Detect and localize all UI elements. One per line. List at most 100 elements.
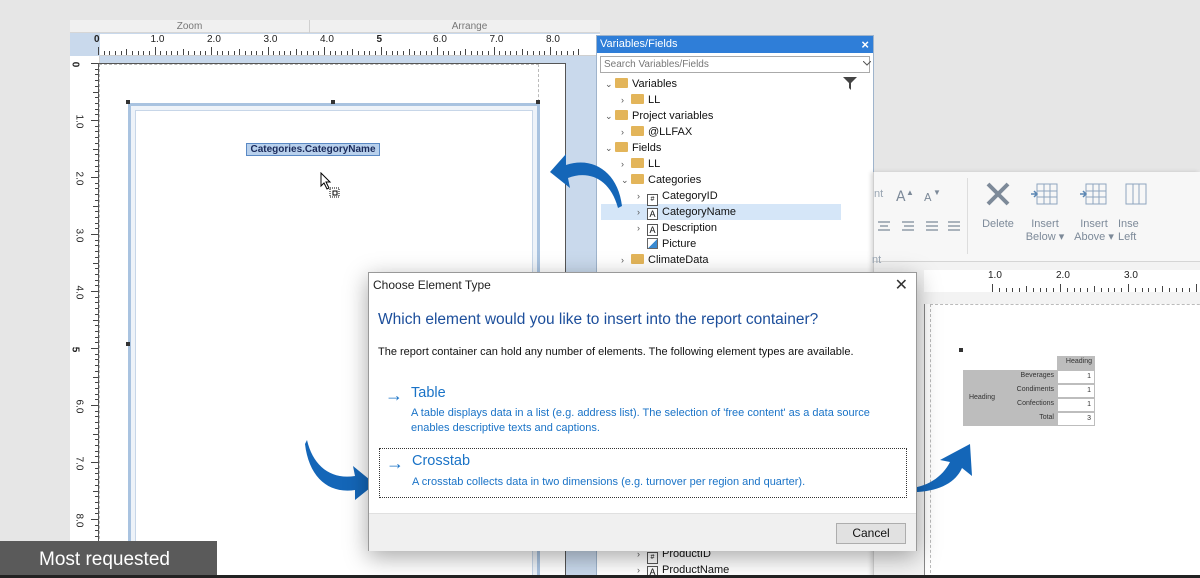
- ruler-label: 3.0: [263, 34, 278, 45]
- resize-handle[interactable]: [126, 342, 130, 346]
- folder-icon: [631, 174, 644, 184]
- insert-above-sublabel: Above ▾: [1074, 231, 1114, 243]
- ruler-label: 5: [70, 346, 81, 353]
- search-fields-input[interactable]: Search Variables/Fields: [600, 56, 870, 73]
- folder-icon: [631, 94, 644, 104]
- chevron-right-icon[interactable]: ›: [637, 204, 647, 220]
- ruler-label: 3.0: [1124, 270, 1138, 281]
- tree-item[interactable]: › LL: [601, 92, 841, 108]
- arrow-right-icon: →: [385, 385, 403, 405]
- insert-above-button[interactable]: Insert Above ▾: [1070, 180, 1118, 244]
- option-crosstab[interactable]: → Crosstab A crosstab collects data in t…: [379, 448, 907, 498]
- chevron-right-icon[interactable]: ›: [621, 252, 631, 268]
- svg-text:A: A: [896, 189, 906, 205]
- ruler-label: 1.0: [73, 114, 85, 129]
- option-description-line: A table displays data in a list (e.g. ad…: [411, 407, 870, 419]
- option-description: A crosstab collects data in two dimensio…: [412, 475, 902, 490]
- cancel-button[interactable]: Cancel: [836, 523, 906, 544]
- tree-item[interactable]: › LL: [601, 156, 841, 172]
- tree-item[interactable]: ⌄ Fields: [601, 140, 841, 156]
- insert-below-label: Insert: [1031, 218, 1059, 230]
- arrow-right-icon: →: [386, 453, 404, 473]
- ruler-label: 4.0: [320, 34, 334, 45]
- tree-item[interactable]: ⌄ Categories: [601, 172, 841, 188]
- insert-left-button[interactable]: Inse Left: [1118, 180, 1158, 244]
- crosstab-total-label: Total: [1001, 412, 1057, 426]
- ruler-label: 2.0: [1056, 270, 1070, 281]
- ruler-label: 1.0: [150, 34, 165, 45]
- delete-label: Delete: [982, 218, 1014, 230]
- font-size-icons[interactable]: A ▲ A ▼: [894, 186, 954, 206]
- option-description-line: enables descriptive texts and captions.: [411, 422, 600, 434]
- chevron-down-icon[interactable]: ⌄: [605, 108, 615, 124]
- variables-icon: [615, 78, 628, 88]
- ruler-label: 0: [70, 61, 81, 68]
- ruler-label: 1.0: [988, 270, 1002, 281]
- panel-close-icon[interactable]: ×: [861, 36, 869, 53]
- most-requested-badge: Most requested: [0, 541, 217, 578]
- resize-handle[interactable]: [536, 100, 540, 104]
- ruler-label: 6.0: [73, 399, 85, 414]
- dialog-heading: Which element would you like to insert i…: [378, 311, 819, 328]
- tree-item-label: Picture: [662, 238, 697, 250]
- chevron-right-icon[interactable]: ›: [621, 92, 631, 108]
- filter-icon[interactable]: [843, 77, 857, 90]
- crosstab-row-label: Condiments: [1001, 384, 1057, 398]
- chevron-down-icon[interactable]: ⌄: [605, 76, 615, 92]
- tree-item-label: Project variables: [632, 110, 714, 122]
- tree-item[interactable]: ⌄ Variables: [601, 76, 841, 92]
- tree-item-label: LL: [648, 94, 661, 106]
- insert-below-button[interactable]: Insert Below ▾: [1021, 180, 1069, 244]
- text-field-icon: A: [647, 224, 658, 236]
- chevron-right-icon[interactable]: ›: [637, 220, 647, 236]
- tree-item[interactable]: › A Description: [601, 220, 841, 236]
- tree-item[interactable]: › @LLFAX: [601, 124, 841, 140]
- choose-element-dialog: Choose Element Type ✕ Which element woul…: [368, 272, 917, 551]
- option-table[interactable]: → Table A table displays data in a list …: [379, 379, 907, 436]
- resize-handle[interactable]: [126, 100, 130, 104]
- tree-item[interactable]: Picture: [601, 236, 841, 252]
- ruler-label: 0: [94, 34, 100, 45]
- fields-tree: ⌄ Variables › LL ⌄ Project variables › @LLFAX ⌄ F…: [601, 76, 841, 268]
- vertical-ruler: 0 1.0 2.0 3.0 4.0 5 6.0 7.0 8.0: [70, 56, 100, 578]
- crosstab-row-label: Beverages: [1001, 370, 1057, 384]
- insert-left-icon: [1125, 183, 1147, 205]
- project-icon: [615, 110, 628, 120]
- ruler-label: 2.0: [73, 171, 85, 186]
- tree-item[interactable]: › # CategoryID: [601, 188, 841, 206]
- folder-icon: [631, 158, 644, 168]
- ruler-label: 6.0: [433, 34, 447, 45]
- dragged-field-label[interactable]: Categories.CategoryName: [246, 143, 380, 156]
- horizontal-ruler: 0 1.0 2.0 3.0 4.0 5 6.0 7.0 8.0: [94, 34, 600, 56]
- insert-above-icon: [1080, 183, 1107, 205]
- drag-cursor-icon: [320, 172, 340, 198]
- chevron-down-icon[interactable]: [863, 61, 871, 67]
- alignment-icons[interactable]: [874, 220, 964, 234]
- dialog-close-icon[interactable]: ✕: [895, 275, 908, 295]
- tree-item[interactable]: › A CategoryName: [601, 204, 841, 220]
- crosstab-total-cell: 3: [1057, 412, 1095, 426]
- ruler-label: 8.0: [73, 513, 85, 528]
- ribbon-group-arrange: Arrange: [310, 20, 600, 33]
- chevron-right-icon[interactable]: ›: [621, 124, 631, 140]
- ribbon-partial-text: nt: [874, 188, 884, 200]
- tree-item[interactable]: › ClimateData: [601, 252, 841, 268]
- insert-below-sublabel: Below ▾: [1025, 231, 1065, 243]
- delete-button[interactable]: Delete: [974, 180, 1022, 231]
- svg-text:▲: ▲: [906, 188, 914, 197]
- ribbon-group-strip: Zoom Arrange: [70, 20, 600, 33]
- chevron-right-icon[interactable]: ›: [637, 188, 647, 204]
- panel-title: Variables/Fields: [597, 36, 873, 53]
- crosstab-cell: 1: [1057, 398, 1095, 412]
- option-label: Table: [411, 385, 446, 401]
- callout-arrow-icon: [305, 440, 375, 500]
- crosstab-preview: Heading Heading Beverages 1 Condiments 1…: [963, 350, 1097, 426]
- ruler-label: 2.0: [207, 34, 221, 45]
- tree-item-label: Categories: [648, 174, 702, 186]
- dialog-description: The report container can hold any number…: [378, 346, 854, 358]
- resize-handle[interactable]: [331, 100, 335, 104]
- crosstab-row-label: Confections: [1001, 398, 1057, 412]
- tree-item[interactable]: ⌄ Project variables: [601, 108, 841, 124]
- callout-arrow-icon: [550, 154, 622, 208]
- option-description: A table displays data in a list (e.g. ad…: [411, 406, 901, 436]
